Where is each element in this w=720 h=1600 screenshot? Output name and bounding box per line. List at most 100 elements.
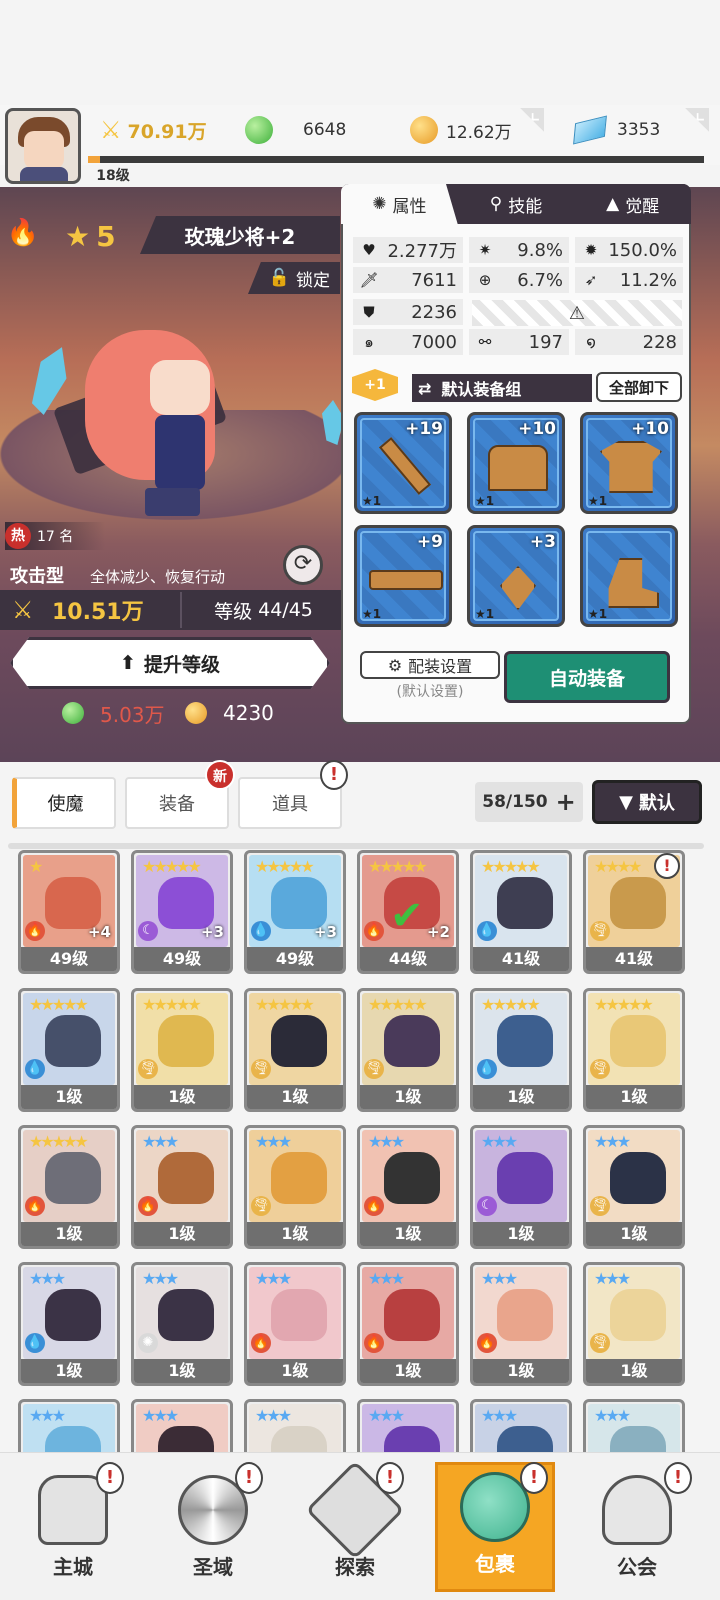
equipment-slot-chest[interactable]: +10 ★1: [467, 412, 565, 514]
familiar-card[interactable]: ★★★ ✺ 1级: [131, 1262, 233, 1386]
tab-skills[interactable]: ⚲ 技能: [458, 184, 575, 224]
green-gem-icon: [62, 702, 84, 724]
stat-crit-damage-value: 150.0%: [608, 239, 677, 261]
equipment-stars: ★1: [475, 607, 495, 621]
stat-crit-rate: ✷ 9.8%: [469, 237, 569, 263]
familiar-level: 1级: [134, 1085, 230, 1109]
stat-crit-damage: ✹ 150.0%: [575, 237, 683, 263]
alert-badge: !: [320, 760, 348, 790]
familiar-card[interactable]: ★★★★★ 🌪 1级: [244, 988, 346, 1112]
hero-name: 玫瑰少将+2: [140, 216, 340, 254]
familiar-stars: ★★★★★: [255, 857, 315, 876]
tab-awaken[interactable]: ▲ 觉醒: [574, 184, 691, 224]
nav-alert-badge: !: [235, 1462, 263, 1494]
hero-legs[interactable]: [145, 488, 200, 516]
stat-row: ⛊ 2236: [353, 299, 463, 325]
equipment-slot-weapon[interactable]: +19 ★1: [354, 412, 452, 514]
familiar-card[interactable]: ★★★★★ 🌪 1级: [131, 988, 233, 1112]
water-element-icon: 💧: [477, 1059, 497, 1079]
xp-bar-fill: [88, 156, 100, 163]
inventory-capacity[interactable]: 58/150 +: [475, 782, 583, 822]
familiar-card[interactable]: ★★★ 🌪 1级: [244, 1125, 346, 1249]
water-element-icon: 💧: [251, 921, 271, 941]
familiar-card[interactable]: ★★★★★ 🌪 1级: [583, 988, 685, 1112]
familiar-card[interactable]: ★★★★★ 💧 41级: [470, 850, 572, 974]
familiar-card[interactable]: ★★★★★ 🌪 1级: [357, 988, 459, 1112]
familiar-card[interactable]: ★★★★★ ☾ +3 49级: [131, 850, 233, 974]
sort-dropdown[interactable]: ▼ 默认: [592, 780, 702, 824]
familiar-card[interactable]: ★★★ 🔥 1级: [244, 1262, 346, 1386]
familiar-card[interactable]: ★★★★★ 💧 1级: [18, 988, 120, 1112]
horizontal-scrollbar[interactable]: [8, 843, 704, 849]
equipment-slot-necklace[interactable]: +3 ★1: [467, 525, 565, 627]
hero-body[interactable]: [155, 415, 205, 490]
familiar-card[interactable]: ★★★ ☾ 1级: [470, 1125, 572, 1249]
equipment-slot-boots[interactable]: ★1: [580, 525, 678, 627]
upgrade-level-button[interactable]: ⬆ 提升等级: [10, 637, 330, 689]
hero-face[interactable]: [150, 360, 210, 415]
stat-crit-rate-value: 9.8%: [517, 239, 563, 261]
tab-attributes[interactable]: ✺ 属性: [341, 184, 458, 224]
hero-star-count: 5: [96, 219, 116, 253]
chest-icon: [488, 445, 548, 491]
fire-element-icon: 🔥: [477, 1333, 497, 1353]
fire-element-icon: 🔥: [364, 1196, 384, 1216]
tab-familiars[interactable]: 使魔: [12, 777, 116, 829]
enhance-level: +10: [518, 419, 556, 439]
player-avatar[interactable]: [5, 108, 81, 184]
rotate-icon: ⟳: [293, 551, 313, 576]
bag-icon: [460, 1472, 530, 1542]
familiar-stars: ★★★★★: [481, 857, 541, 876]
stat-defense-value: 2236: [411, 301, 457, 323]
familiar-card[interactable]: ★★★★★ 💧 +3 49级: [244, 850, 346, 974]
familiar-card[interactable]: ★★★★★ 💧 1级: [470, 988, 572, 1112]
wind-element-icon: 🌪: [590, 1196, 610, 1216]
familiar-stars: ★★★★★: [29, 1132, 89, 1151]
upgrade-cost-gold: 4230: [185, 700, 274, 726]
capacity-value: 58/150: [482, 792, 548, 812]
familiar-figure: [384, 1152, 440, 1204]
stat-defense: ⛊ 2236: [353, 299, 463, 325]
equipment-stars: ★1: [588, 494, 608, 508]
familiar-card[interactable]: ★★★★ 🌪! 41级: [583, 850, 685, 974]
belt-icon: [369, 570, 443, 590]
familiar-card[interactable]: ★★★ 🔥 1级: [357, 1262, 459, 1386]
familiar-level: 1级: [360, 1222, 456, 1246]
equipment-slot-armor[interactable]: +10 ★1: [580, 412, 678, 514]
familiar-level: 49级: [134, 947, 230, 971]
auto-equip-button[interactable]: 自动装备: [504, 651, 670, 703]
rotate-view-button[interactable]: ⟳: [283, 545, 323, 585]
nav-label: 包裹: [475, 1552, 515, 1576]
tab-awaken-label: 觉醒: [625, 196, 660, 217]
familiar-card[interactable]: ★★★ 🌪 1级: [583, 1262, 685, 1386]
familiar-card[interactable]: ★★★ 🔥 1级: [131, 1125, 233, 1249]
popularity-badge[interactable]: 热 17 名: [5, 522, 105, 550]
familiar-card[interactable]: ★★★ 🔥 1级: [357, 1125, 459, 1249]
familiar-card[interactable]: ★★★★★ 🔥 1级: [18, 1125, 120, 1249]
equipment-slot-belt[interactable]: +9 ★1: [354, 525, 452, 627]
unequip-all-button[interactable]: 全部卸下: [596, 372, 682, 402]
familiar-stars: ★★★★★: [368, 995, 428, 1014]
familiar-card[interactable]: ★★★ 🔥 1级: [470, 1262, 572, 1386]
stat-9: ໑ 228: [575, 329, 683, 355]
light-element-icon: ✺: [138, 1333, 158, 1353]
hero-type: 攻击型: [10, 566, 64, 587]
familiar-figure: [158, 1015, 214, 1067]
tab-attributes-label: 属性: [392, 196, 427, 217]
water-element-icon: 💧: [25, 1059, 45, 1079]
loadout-settings-button[interactable]: ⚙ 配装设置: [360, 651, 500, 679]
familiar-figure: [271, 1152, 327, 1204]
stat-attack-value: 7611: [411, 269, 457, 291]
familiar-card[interactable]: ★ 🔥 +4 49级: [18, 850, 120, 974]
stat-speed-value: 11.2%: [619, 269, 677, 291]
hero-skill-description: 全体减少、恢复行动: [90, 568, 226, 586]
crystal-display: 3353: [573, 114, 685, 146]
familiar-stars: ★★★: [255, 1406, 292, 1425]
skill-icon: ⚲: [489, 194, 503, 214]
familiar-card[interactable]: ★★★ 💧 1级: [18, 1262, 120, 1386]
equipment-set-selector[interactable]: ⇄ 默认装备组: [412, 374, 592, 402]
gold-coin-icon: [185, 702, 207, 724]
familiar-card[interactable]: ★★★★★ 🔥 +2 ✔ 44级: [357, 850, 459, 974]
lock-button[interactable]: 🔓 锁定: [248, 262, 340, 294]
familiar-card[interactable]: ★★★ 🌪 1级: [583, 1125, 685, 1249]
